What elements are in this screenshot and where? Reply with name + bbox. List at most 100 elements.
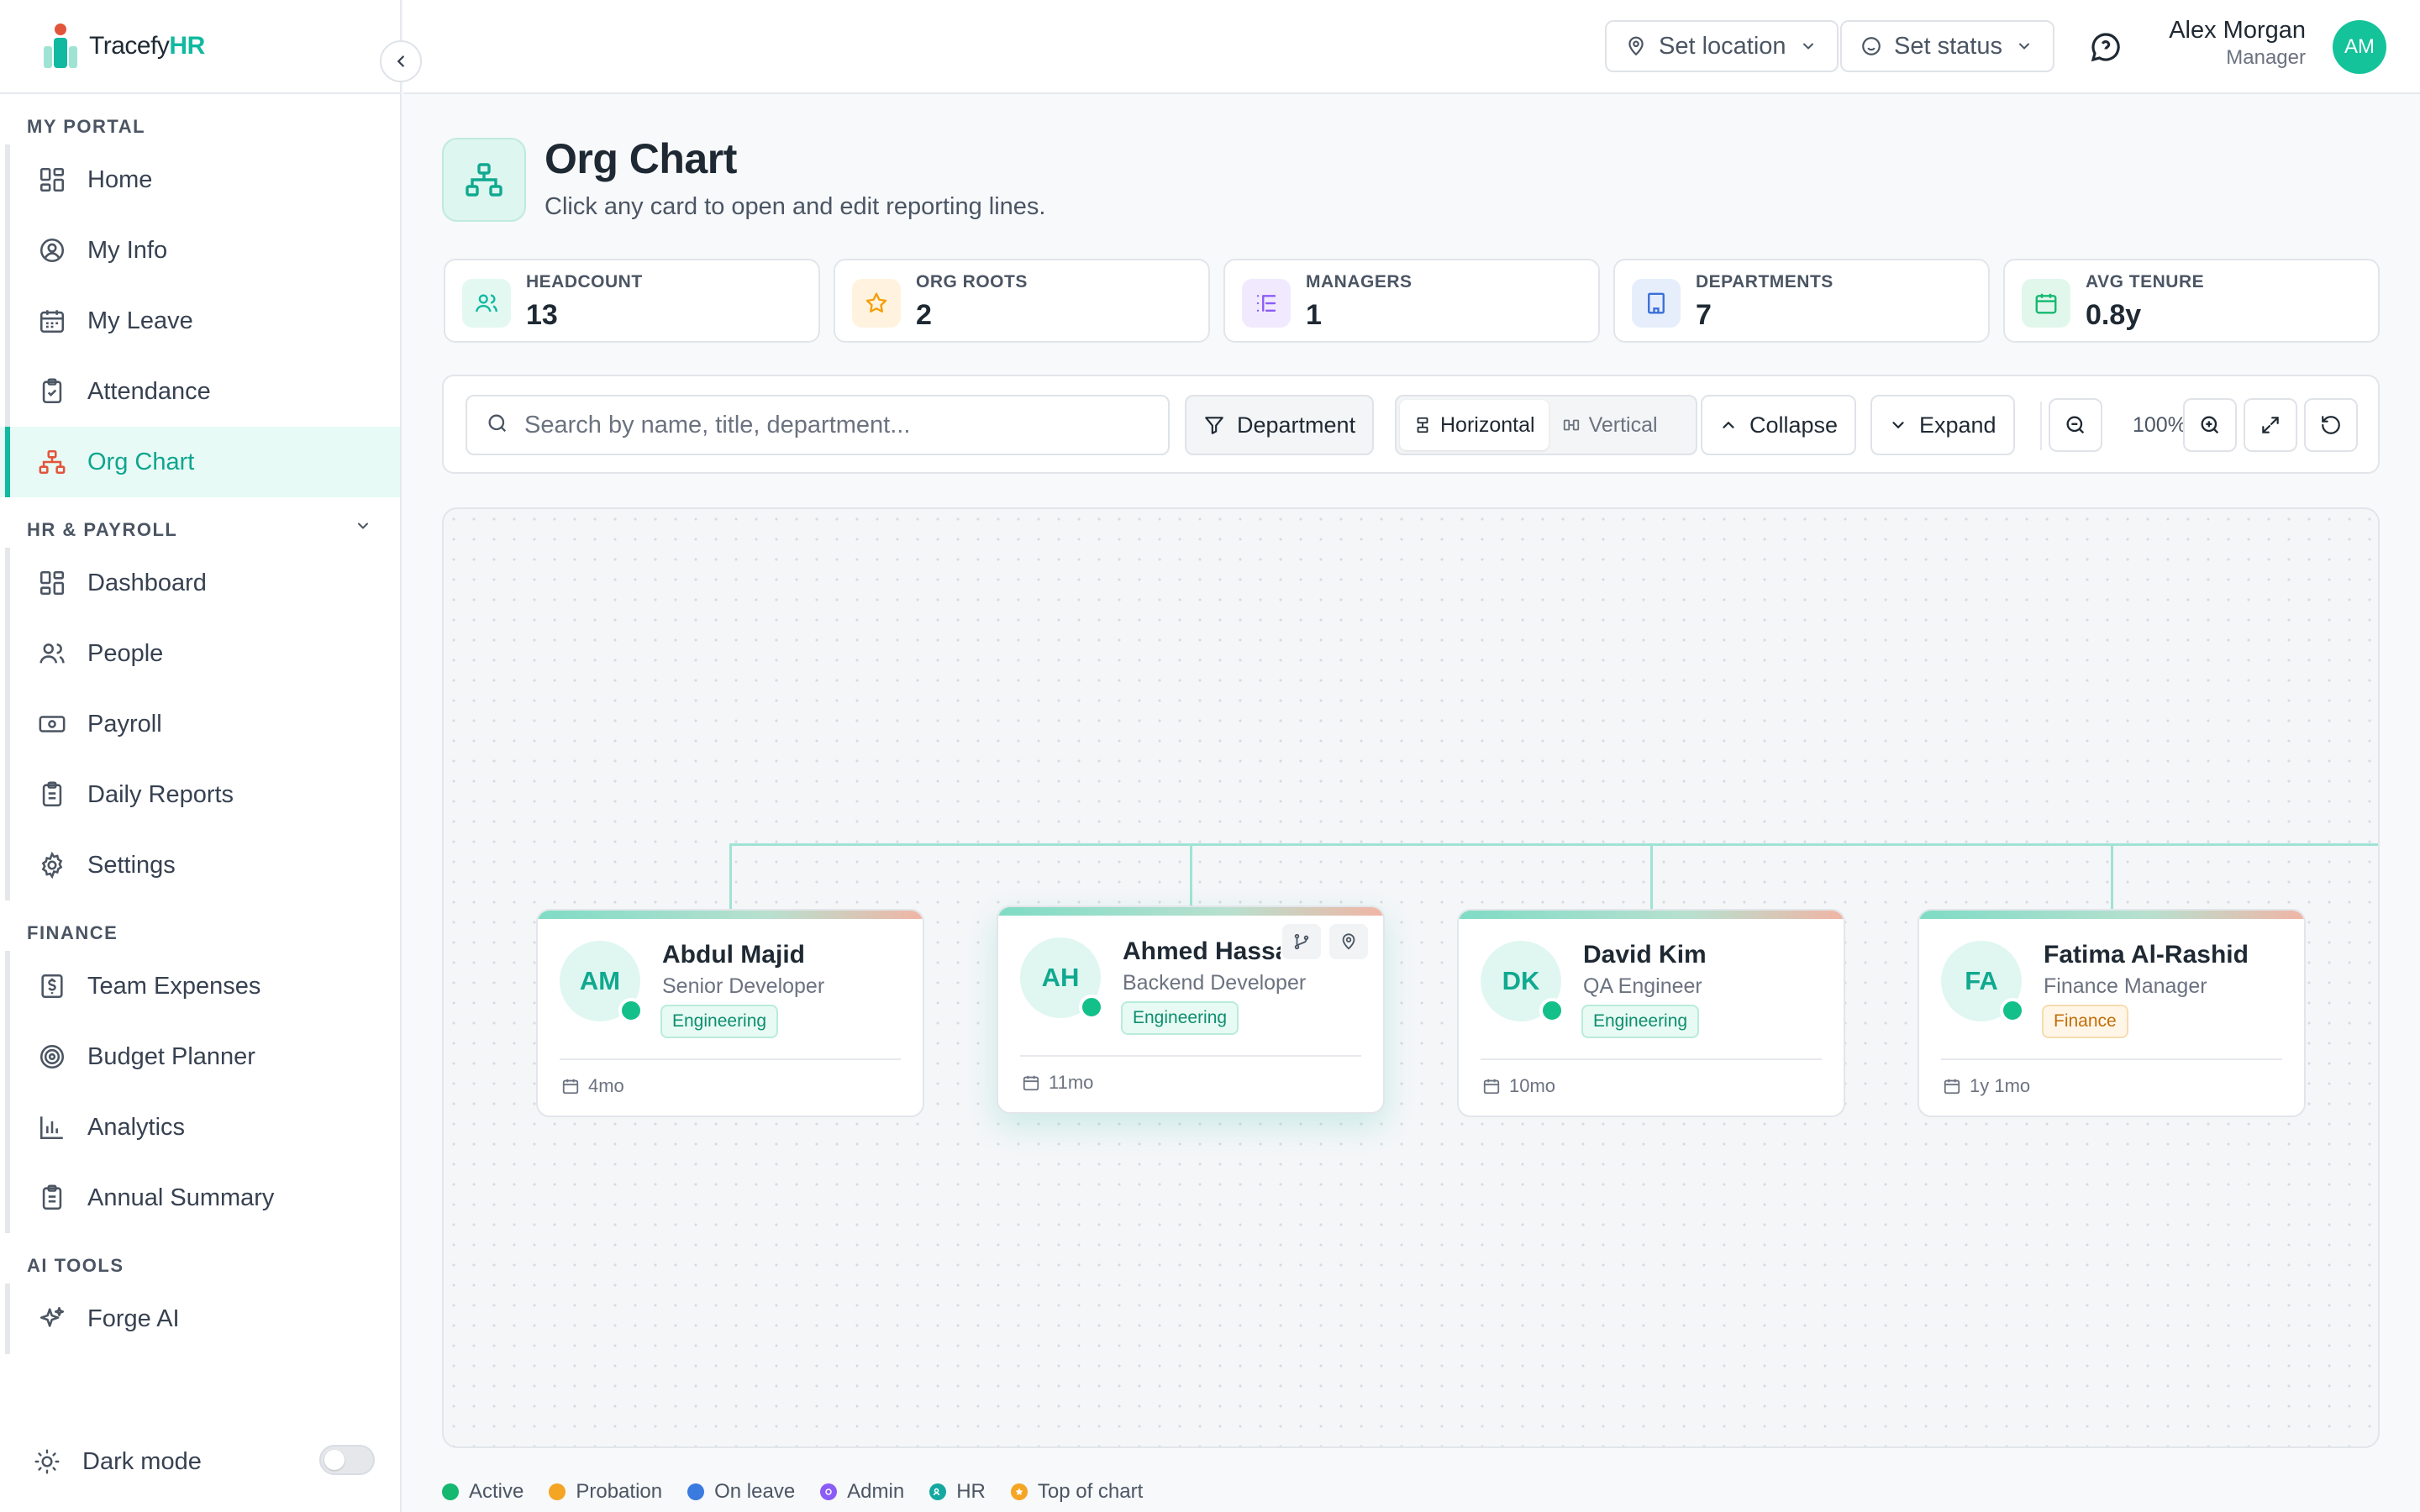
active-status-dot: [1539, 998, 1565, 1023]
status-dot: [549, 1483, 566, 1500]
connector-line: [729, 843, 2378, 846]
sidebar-item-label: Home: [87, 165, 153, 193]
employee-card[interactable]: DK David Kim QA Engineer Engineering 10m…: [1457, 909, 1845, 1117]
vertical-layout-button[interactable]: Vertical: [1549, 400, 1671, 450]
zoom-in-button[interactable]: [2183, 398, 2237, 452]
sidebar-item-forge-ai[interactable]: Forge AI: [0, 1284, 400, 1354]
sidebar-item-dashboard[interactable]: Dashboard: [0, 548, 400, 618]
vertical-label: Vertical: [1588, 412, 1658, 437]
stat-label: DEPARTMENTS: [1696, 272, 1833, 291]
set-status-label: Set status: [1894, 32, 2002, 60]
map-pin-icon: [1625, 35, 1647, 57]
top-header: Set location Set status Alex Morgan Mana…: [403, 0, 2420, 94]
sidebar-item-my-info[interactable]: My Info: [0, 215, 400, 286]
sidebar-item-attendance[interactable]: Attendance: [0, 356, 400, 427]
tenure-value: 11mo: [1049, 1072, 1094, 1093]
set-location-button[interactable]: Set location: [1605, 20, 1839, 72]
search-input[interactable]: [524, 411, 1163, 439]
sidebar-item-label: Annual Summary: [87, 1184, 275, 1211]
stat-label: HEADCOUNT: [526, 272, 643, 291]
calendar-icon: [1943, 1077, 1961, 1095]
employee-card[interactable]: FA Fatima Al-Rashid Finance Manager Fina…: [1918, 909, 2306, 1117]
page-title: Org Chart: [544, 135, 737, 182]
legend-label: On leave: [714, 1480, 796, 1503]
stat-card-org-roots: ORG ROOTS 2: [834, 259, 1210, 343]
zoom-out-button[interactable]: [2049, 398, 2102, 452]
target-icon: [37, 1042, 67, 1072]
collapse-sidebar-button[interactable]: [380, 40, 422, 82]
department-badge: Engineering: [660, 1005, 779, 1038]
sidebar-item-home[interactable]: Home: [0, 144, 400, 215]
location-button[interactable]: [1329, 924, 1368, 959]
sidebar-item-analytics[interactable]: Analytics: [0, 1092, 400, 1163]
dark-mode-toggle[interactable]: [319, 1445, 375, 1475]
section-title-hr-payroll[interactable]: HR & PAYROLL: [0, 516, 400, 541]
card-accent-bar: [1459, 911, 1844, 919]
sidebar-item-annual-summary[interactable]: Annual Summary: [0, 1163, 400, 1233]
sidebar-item-label: Payroll: [87, 710, 162, 738]
employee-name: Abdul Majid: [662, 941, 805, 969]
department-badge: Engineering: [1581, 1005, 1700, 1038]
employee-card[interactable]: AM Abdul Majid Senior Developer Engineer…: [536, 909, 924, 1117]
org-chart-canvas[interactable]: AM Abdul Majid Senior Developer Engineer…: [442, 507, 2380, 1448]
sidebar-item-my-leave[interactable]: My Leave: [0, 286, 400, 356]
card-divider: [1481, 1058, 1822, 1060]
list-tree-icon: [1242, 279, 1291, 328]
connector-line: [729, 843, 732, 914]
reporting-line-button[interactable]: [1282, 924, 1321, 959]
legend-item-on-leave: On leave: [687, 1480, 795, 1504]
card-accent-bar: [998, 907, 1383, 916]
rotate-ccw-icon: [2322, 416, 2340, 434]
stat-value: 0.8y: [2086, 299, 2142, 331]
set-location-label: Set location: [1659, 32, 1786, 60]
maximize-icon: [2262, 417, 2279, 433]
user-info[interactable]: Alex Morgan Manager: [2169, 17, 2306, 70]
sidebar-item-team-expenses[interactable]: Team Expenses: [0, 951, 400, 1021]
stat-card-avg-tenure: AVG TENURE 0.8y: [2003, 259, 2380, 343]
active-status-dot: [1079, 995, 1104, 1020]
card-accent-bar: [538, 911, 923, 919]
search-box: [466, 395, 1170, 455]
sidebar-item-label: Daily Reports: [87, 780, 234, 808]
expand-button[interactable]: Expand: [1870, 395, 2015, 455]
sidebar-item-payroll[interactable]: Payroll: [0, 689, 400, 759]
smile-icon: [1860, 35, 1882, 57]
employee-title: Senior Developer: [662, 974, 825, 998]
sidebar-item-budget-planner[interactable]: Budget Planner: [0, 1021, 400, 1092]
org-chart-title-icon: [442, 138, 526, 222]
chevron-up-icon: [1719, 416, 1738, 434]
card-accent-bar: [1919, 911, 2304, 919]
employee-title: Finance Manager: [2044, 974, 2207, 998]
section-label: HR & PAYROLL: [27, 519, 178, 540]
reset-view-button[interactable]: [2304, 398, 2358, 452]
clipboard-list-icon: [37, 780, 67, 810]
sidebar-item-people[interactable]: People: [0, 618, 400, 689]
calendar-icon: [37, 306, 67, 336]
calendar-icon: [561, 1077, 580, 1095]
people-icon: [37, 638, 67, 669]
fullscreen-button[interactable]: [2244, 398, 2297, 452]
search-icon: [486, 412, 509, 439]
department-filter-button[interactable]: Department: [1185, 395, 1375, 455]
building-icon: [1632, 279, 1681, 328]
sidebar-item-org-chart[interactable]: Org Chart: [0, 427, 400, 497]
sidebar-item-daily-reports[interactable]: Daily Reports: [0, 759, 400, 830]
sidebar-item-settings[interactable]: Settings: [0, 830, 400, 900]
card-divider: [560, 1058, 901, 1060]
horizontal-layout-button[interactable]: Horizontal: [1400, 400, 1549, 450]
brand[interactable]: TracefyHR: [0, 0, 422, 94]
star-icon: [1010, 1483, 1028, 1500]
org-chart-toolbar: Department Horizontal Vertical Collapse …: [442, 375, 2380, 474]
set-status-button[interactable]: Set status: [1840, 20, 2054, 72]
help-icon[interactable]: [2089, 30, 2123, 68]
avatar[interactable]: AM: [2333, 20, 2386, 74]
stat-value: 1: [1306, 299, 1322, 331]
section-title-my-portal: MY PORTAL: [27, 116, 146, 137]
stat-label: MANAGERS: [1306, 272, 1413, 291]
employee-card[interactable]: AH Ahmed Hassan Backend Developer Engine…: [997, 906, 1385, 1114]
star-icon: [852, 279, 901, 328]
legend-item-active: Active: [442, 1480, 523, 1504]
stat-value: 13: [526, 299, 558, 331]
department-badge: Finance: [2042, 1005, 2128, 1038]
collapse-button[interactable]: Collapse: [1701, 395, 1857, 455]
